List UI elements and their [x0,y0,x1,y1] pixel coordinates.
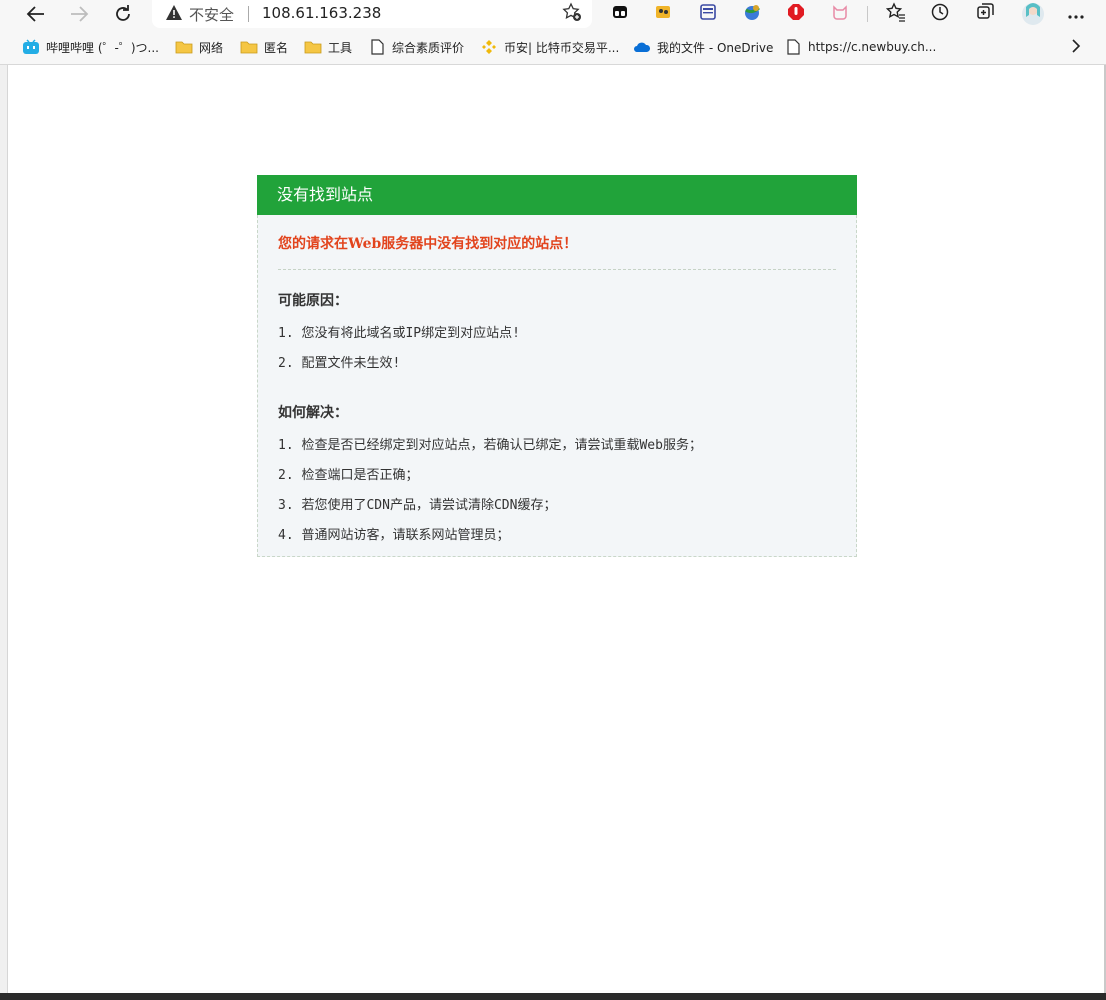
collections-icon [975,2,995,26]
solutions-title: 如何解决： [278,405,348,421]
toolbar-separator [867,6,868,22]
onedrive-icon [633,39,651,55]
favorites-star-icon [885,2,906,26]
bookmark-folder-tools[interactable]: 工具 [304,37,352,57]
extension-button-3[interactable] [698,4,718,24]
bookmark-binance[interactable]: 币安| 比特币交易平... [480,37,619,57]
bookmark-evaluation[interactable]: 综合素质评价 [368,37,464,57]
address-separator [248,6,249,22]
bookmark-newbuy[interactable]: https://c.newbuy.ch... [784,37,936,57]
page-icon [784,39,802,55]
forward-arrow-icon [69,5,89,23]
error-card: 没有找到站点 您的请求在Web服务器中没有找到对应的站点！ 可能原因： 1. 您… [257,175,857,557]
bookmarks-bar: 哔哩哔哩 (゜-゜)つ... 网络 匿名 工具 综合素质评价 币安| 比特币交易… [0,30,1106,65]
more-dots-icon [1067,5,1085,24]
solution-item: 3. 若您使用了CDN产品，请尝试清除CDN缓存； [278,498,557,513]
extension-button-1[interactable] [610,4,630,24]
bookmark-label: 工具 [328,40,353,55]
bookmarks-overflow-button[interactable] [1070,37,1082,57]
history-button[interactable] [930,2,950,26]
error-headline: 您的请求在Web服务器中没有找到对应的站点！ [278,233,836,270]
back-button[interactable] [19,0,53,28]
folder-icon [175,39,193,55]
error-card-header: 没有找到站点 [257,175,857,215]
bookmark-label: 匿名 [264,40,289,55]
browser-toolbar: 不安全 108.61.163.238 [0,0,1106,30]
favorites-button[interactable] [885,2,906,26]
bookmark-label: 综合素质评价 [392,40,465,55]
profile-avatar[interactable] [1022,3,1044,25]
bookmark-label: 哔哩哔哩 (゜-゜)つ... [46,40,159,55]
reason-item: 1. 您没有将此域名或IP绑定到对应站点! [278,326,520,341]
bookmark-bilibili[interactable]: 哔哩哔哩 (゜-゜)つ... [22,37,159,57]
collections-button[interactable] [975,2,995,26]
refresh-icon [113,4,133,24]
forward-button[interactable] [62,0,96,28]
extension-button-2[interactable] [653,4,673,24]
bookmark-label: 网络 [199,40,224,55]
folder-icon [304,39,322,55]
panda-icon [611,3,629,25]
binance-icon [480,39,498,55]
chevron-right-icon [1070,38,1082,56]
reason-item: 2. 配置文件未生效! [278,356,401,371]
bookmark-folder-anonymous[interactable]: 匿名 [240,37,288,57]
bookmark-label: https://c.newbuy.ch... [808,40,937,54]
address-bar[interactable]: 不安全 108.61.163.238 [152,0,592,28]
stop-sign-icon [787,3,805,25]
page-icon [368,39,386,55]
taskbar [0,993,1106,1000]
star-add-icon [562,2,582,26]
security-label[interactable]: 不安全 [189,4,234,25]
reasons-title: 可能原因： [278,293,348,309]
cat-icon [831,3,849,25]
url-text[interactable]: 108.61.163.238 [262,4,381,22]
globe-extension-icon [743,3,761,25]
extension-button-6[interactable] [830,4,850,24]
refresh-button[interactable] [106,0,140,28]
folder-icon [240,39,258,55]
solution-item: 1. 检查是否已经绑定到对应站点，若确认已绑定，请尝试重载Web服务； [278,438,702,453]
reader-icon [699,3,717,25]
bookmark-folder-network[interactable]: 网络 [175,37,223,57]
bookmark-label: 我的文件 - OneDrive [657,40,774,55]
window-left-edge [0,65,8,993]
avatar-icon [1022,3,1044,25]
add-favorite-button[interactable] [560,2,584,26]
extension-button-5[interactable] [786,4,806,24]
solution-item: 2. 检查端口是否正确； [278,468,419,483]
tampermonkey-icon [654,3,672,25]
warning-icon [165,4,183,26]
solution-item: 4. 普通网站访客，请联系网站管理员； [278,528,510,543]
bilibili-icon [22,39,40,55]
extension-button-4[interactable] [742,4,762,24]
back-arrow-icon [26,5,46,23]
bookmark-label: 币安| 比特币交易平... [504,40,620,55]
error-card-body: 您的请求在Web服务器中没有找到对应的站点！ 可能原因： 1. 您没有将此域名或… [257,215,857,557]
history-icon [930,2,950,26]
bookmark-onedrive[interactable]: 我的文件 - OneDrive [633,37,773,57]
more-menu-button[interactable] [1066,4,1086,24]
